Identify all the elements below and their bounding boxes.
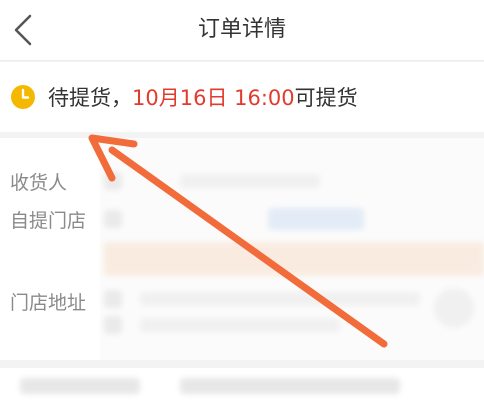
blur-overlay [100, 138, 484, 360]
store-address-label: 门店地址 [10, 292, 87, 314]
clock-icon [11, 85, 35, 109]
pickup-status-text: 待提货，10月16日 16:00可提货 [48, 82, 358, 112]
status-suffix: 可提货 [294, 86, 358, 110]
redacted-next-section-value [180, 378, 400, 394]
redacted-next-section [20, 378, 140, 394]
pickup-status-banner: 待提货，10月16日 16:00可提货 [0, 62, 484, 132]
order-detail-card: 收货人 自提门店 门店地址 [0, 138, 484, 360]
page-title: 订单详情 [197, 17, 286, 42]
status-prefix: 待提货， [48, 86, 132, 110]
pickup-time: 10月16日 16:00 [132, 86, 295, 110]
next-section [0, 368, 484, 405]
nav-bar: 订单详情 [0, 0, 484, 61]
receiver-label: 收货人 [10, 172, 68, 194]
pickup-store-label: 自提门店 [10, 210, 87, 232]
